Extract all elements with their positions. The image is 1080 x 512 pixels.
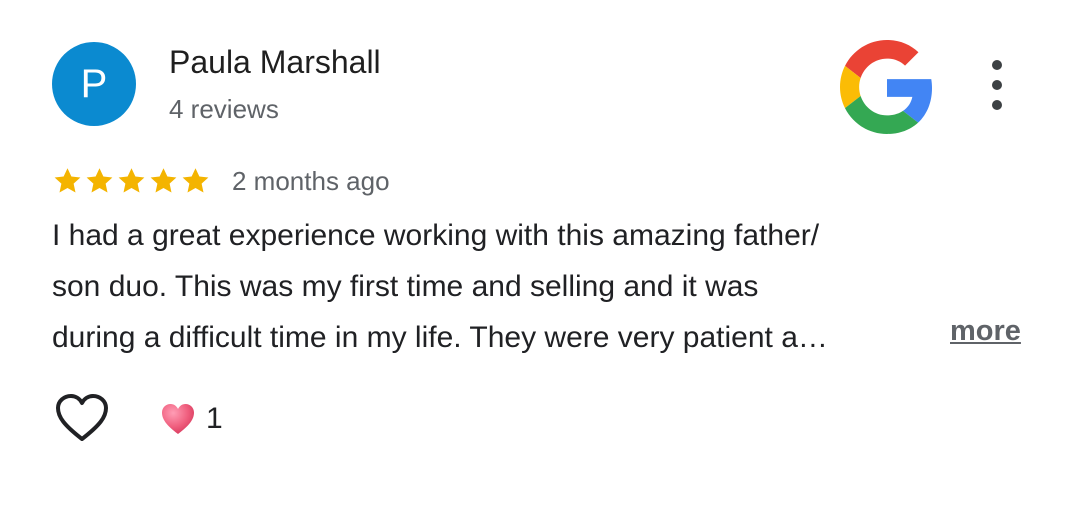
avatar-letter: P [80, 61, 108, 106]
star-icon [182, 168, 209, 193]
star-icon [118, 168, 145, 193]
review-age: 2 months ago [232, 166, 390, 196]
star-icon [54, 168, 81, 193]
kebab-dot [992, 100, 1002, 110]
review-text-line: son duo. This was my first time and sell… [52, 270, 759, 303]
google-logo-icon [840, 40, 933, 134]
review-count: 4 reviews [169, 94, 279, 124]
reviewer-name[interactable]: Paula Marshall [169, 44, 381, 81]
review-text-line: during a difficult time in my life. They… [52, 321, 828, 354]
review-text: I had a great experience working with th… [52, 210, 1032, 363]
heart-outline-icon[interactable] [54, 393, 110, 443]
reaction-count: 1 [206, 402, 223, 435]
kebab-dot [992, 80, 1002, 90]
more-options-button[interactable] [978, 60, 1016, 110]
avatar[interactable]: P [52, 42, 136, 126]
review-text-line: I had a great experience working with th… [52, 219, 820, 252]
star-icon [86, 168, 113, 193]
reaction-summary[interactable]: 1 [160, 402, 223, 436]
kebab-dot [992, 60, 1002, 70]
more-link[interactable]: more [950, 315, 1021, 348]
star-rating [52, 166, 211, 196]
star-icon [150, 168, 177, 193]
heart-emoji-icon [162, 404, 194, 434]
